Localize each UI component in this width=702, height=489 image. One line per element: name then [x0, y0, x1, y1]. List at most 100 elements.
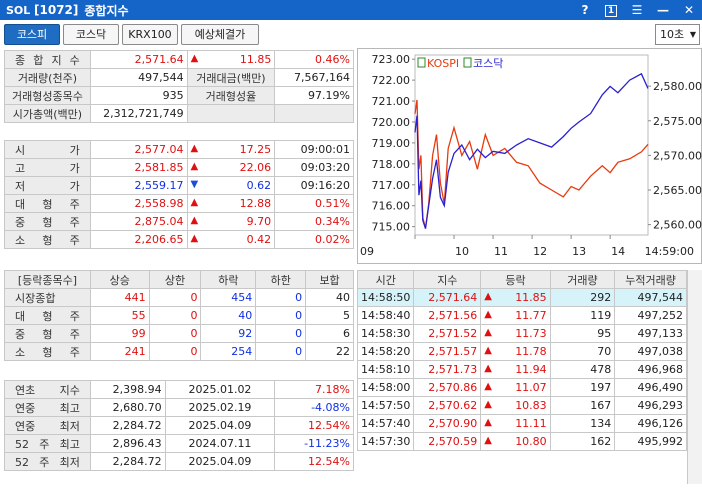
year-stat-row: 연중 최고 2,680.70 2025.02.19 -4.08% [4, 398, 354, 417]
ohlc-value: 2,206.65 [89, 230, 188, 249]
tick-row[interactable]: 14:58:30 2,571.52 ▲ 11.73 95 497,133 [356, 324, 687, 343]
tick-cum-volume: 497,544 [614, 288, 687, 307]
tick-row[interactable]: 14:58:40 2,571.56 ▲ 11.77 119 497,252 [356, 306, 687, 325]
advance-decline-header-cell: 하한 [255, 270, 307, 289]
tick-index: 2,571.56 [413, 306, 482, 325]
tick-cum-volume: 497,252 [614, 306, 687, 325]
tick-volume: 478 [549, 360, 616, 379]
y-left-tick-label: 720.00 [372, 116, 411, 129]
tick-row[interactable]: 14:57:50 2,570.62 ▲ 10.83 167 496,293 [356, 396, 687, 415]
tab-expected-price[interactable]: 예상체결가 [181, 24, 259, 45]
ohlc-value: 2,581.85 [89, 158, 188, 177]
y-right-tick-label: 2,565.00 [653, 184, 702, 197]
tick-change: 11.73 [515, 327, 547, 340]
summary-row-volume: 거래량(천주) 497,544 거래대금(백만) 7,567,164 [4, 68, 354, 87]
legend-label: KOSPI [427, 57, 459, 70]
minimize-icon[interactable]: — [650, 0, 676, 20]
ohlc-change-cell: ▲ 12.88 [186, 194, 276, 213]
ohlc-label: 중 형 주 [4, 212, 91, 231]
decline-count: 454 [200, 288, 257, 307]
traded-ratio-value: 97.19% [274, 86, 354, 105]
advance-decline-header: [등락종목수] 상승 상한 하락 하한 보합 [4, 270, 354, 289]
tick-row[interactable]: 14:58:00 2,570.86 ▲ 11.07 197 496,490 [356, 378, 687, 397]
tick-row[interactable]: 14:58:20 2,571.57 ▲ 11.78 70 497,038 [356, 342, 687, 361]
window-number-button[interactable]: 1 [598, 0, 624, 20]
tick-change: 10.80 [515, 435, 547, 448]
tick-header-cell: 누적거래량 [614, 270, 687, 289]
up-arrow-icon: ▲ [484, 327, 492, 338]
year-stat-row: 연중 최저 2,284.72 2025.04.09 12.54% [4, 416, 354, 435]
tick-time: 14:58:40 [356, 306, 415, 325]
y-left-tick-label: 717.00 [372, 179, 411, 192]
ohlc-row: 중 형 주 2,875.04 ▲ 9.70 0.34% [4, 212, 354, 231]
tick-change: 11.11 [515, 417, 547, 430]
app-logo: SOL [6, 3, 31, 17]
index-value: 2,571.64 [89, 50, 188, 69]
tick-row[interactable]: 14:57:30 2,570.59 ▲ 10.80 162 495,992 [356, 432, 687, 451]
ohlc-label: 시 가 [4, 140, 91, 159]
ohlc-change: 9.70 [246, 215, 272, 228]
year-stat-label: 연중 최고 [4, 398, 91, 417]
advance-decline-row: 시장종합 441 0 454 0 40 [4, 288, 354, 307]
empty-cell [186, 104, 276, 123]
tick-time: 14:58:50 [356, 288, 415, 307]
upper-limit-count: 0 [148, 306, 202, 325]
close-icon[interactable]: ✕ [676, 0, 702, 20]
empty-cell [274, 104, 354, 123]
legend-marker-icon [417, 57, 426, 68]
up-arrow-icon: ▲ [484, 309, 492, 320]
menu-icon[interactable]: ☰ [624, 0, 650, 20]
market-cap-value: 2,312,721,749 [89, 104, 188, 123]
tick-cum-volume: 496,968 [614, 360, 687, 379]
up-arrow-icon: ▲ [484, 435, 492, 446]
tick-time: 14:57:50 [356, 396, 415, 415]
upper-limit-count: 0 [148, 288, 202, 307]
tick-time: 14:58:10 [356, 360, 415, 379]
summary-row-index: 종 합 지 수 2,571.64 ▲ 11.85 0.46% [4, 50, 354, 69]
tick-row[interactable]: 14:58:10 2,571.73 ▲ 11.94 478 496,968 [356, 360, 687, 379]
year-stat-pct: 7.18% [274, 380, 354, 399]
up-arrow-icon: ▲ [484, 363, 492, 374]
tick-volume: 197 [549, 378, 616, 397]
up-arrow-icon: ▲ [484, 291, 492, 302]
ohlc-change: 0.62 [246, 179, 272, 192]
advance-decline-header-cell: [등락종목수] [4, 270, 91, 289]
chart-canvas: 723.00 722.00 721.00 720.00 719.00 718.00 717.… [360, 53, 702, 258]
intraday-chart[interactable]: 723.00 722.00 721.00 720.00 719.00 718.00 717.… [357, 48, 702, 264]
tick-scrollbar[interactable] [687, 270, 702, 484]
ohlc-extra: 09:03:20 [274, 158, 354, 177]
ohlc-change-cell: ▲ 22.06 [186, 158, 276, 177]
year-stat-date: 2025.04.09 [164, 416, 276, 435]
help-icon[interactable]: ? [572, 0, 598, 20]
tick-time: 14:58:20 [356, 342, 415, 361]
tick-time: 14:57:30 [356, 432, 415, 451]
unchanged-count: 5 [305, 306, 354, 325]
ohlc-row: 대 형 주 2,558.98 ▲ 12.88 0.51% [4, 194, 354, 213]
volume-label: 거래량(천주) [4, 68, 91, 87]
up-arrow-icon: ▲ [190, 161, 199, 172]
year-stat-value: 2,680.70 [89, 398, 166, 417]
interval-select[interactable]: 10초 ▼ [655, 24, 700, 45]
ohlc-change: 0.42 [246, 233, 272, 246]
tab-kospi[interactable]: 코스피 [4, 24, 60, 45]
tick-volume: 134 [549, 414, 616, 433]
advance-decline-header-cell: 하락 [200, 270, 257, 289]
tick-row[interactable]: 14:57:40 2,570.90 ▲ 11.11 134 496,126 [356, 414, 687, 433]
tab-krx100[interactable]: KRX100 [122, 24, 178, 45]
market-cap-label: 시가총액(백만) [4, 104, 91, 123]
year-stat-label: 52 주 최고 [4, 434, 91, 453]
year-stat-value: 2,284.72 [89, 452, 166, 471]
tick-cum-volume: 497,133 [614, 324, 687, 343]
tick-row[interactable]: 14:58:50 2,571.64 ▲ 11.85 292 497,544 [356, 288, 687, 307]
tick-change-cell: ▲ 11.77 [480, 306, 551, 325]
advance-decline-row: 소 형 주 241 0 254 0 22 [4, 342, 354, 361]
tick-change-cell: ▲ 11.07 [480, 378, 551, 397]
y-left-tick-label: 718.00 [372, 158, 411, 171]
year-stat-value: 2,896.43 [89, 434, 166, 453]
year-stat-label: 연초 지수 [4, 380, 91, 399]
x-tick-label: 09 [360, 245, 374, 258]
y-right-tick-label: 2,570.00 [653, 149, 702, 162]
unchanged-count: 40 [305, 288, 354, 307]
tab-kosdaq[interactable]: 코스닥 [63, 24, 119, 45]
tick-volume: 95 [549, 324, 616, 343]
